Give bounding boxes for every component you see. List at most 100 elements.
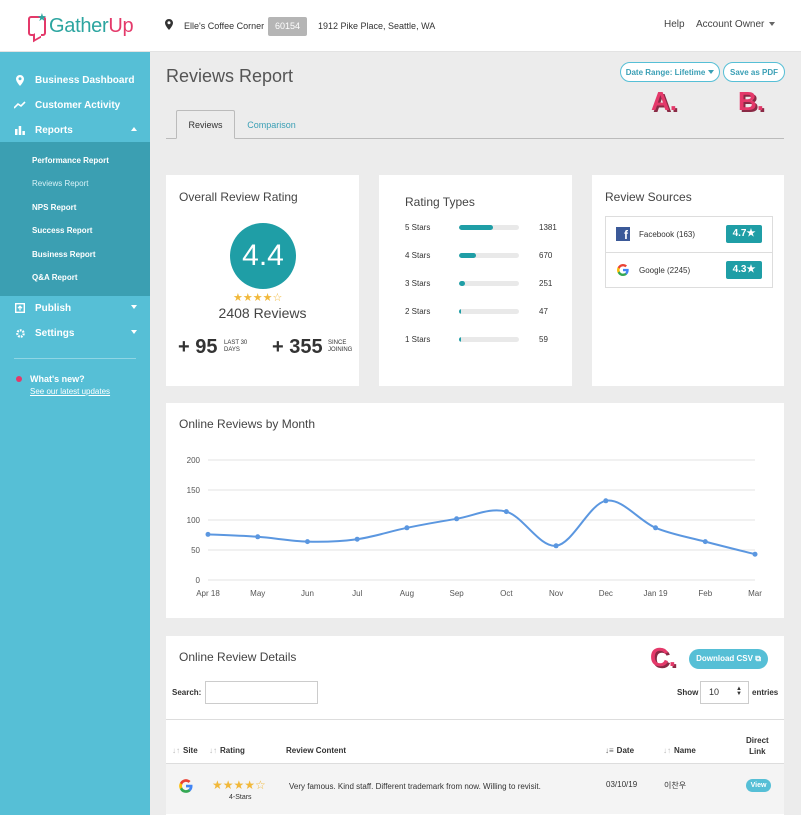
chevron-up-icon bbox=[131, 127, 137, 131]
y-tick-label: 150 bbox=[187, 486, 201, 495]
rating-type-bar bbox=[459, 225, 519, 230]
trend-line-icon bbox=[14, 99, 26, 111]
data-point bbox=[404, 525, 410, 531]
card-title: Online Review Details bbox=[179, 650, 297, 664]
card-title: Rating Types bbox=[405, 195, 475, 209]
x-tick-label: Jan 19 bbox=[644, 589, 669, 598]
card-title: Review Sources bbox=[605, 190, 692, 204]
x-tick-label: Oct bbox=[500, 589, 513, 598]
sidebar-item-nps-report[interactable]: NPS Report bbox=[32, 203, 76, 212]
x-tick-label: Dec bbox=[599, 589, 613, 598]
sidebar-item-publish[interactable]: Publish bbox=[0, 297, 150, 319]
column-direct-link[interactable]: Direct Link bbox=[746, 735, 769, 757]
source-name: Google (2245) bbox=[639, 266, 691, 275]
review-sources-list: f Facebook (163) 4.7★ Google (2245) 4.3★ bbox=[605, 216, 773, 288]
reviews-line-chart: 200 150 100 50 0 Apr 18 May Jun Jul Aug Sep Oct Nov D… bbox=[187, 456, 763, 598]
sort-icon: ↓↑ bbox=[209, 746, 217, 755]
sidebar-item-business-report[interactable]: Business Report bbox=[32, 250, 96, 259]
column-site[interactable]: ↓↑ Site bbox=[172, 746, 198, 755]
column-review-content[interactable]: Review Content bbox=[286, 746, 346, 755]
data-point bbox=[653, 525, 659, 531]
rating-type-bar bbox=[459, 281, 519, 286]
view-review-button[interactable]: View bbox=[746, 779, 771, 792]
rating-type-label: 4 Stars bbox=[405, 251, 431, 260]
tab-reviews[interactable]: Reviews bbox=[176, 110, 235, 139]
column-name[interactable]: ↓↑ Name bbox=[663, 746, 696, 755]
entries-select[interactable]: 10 ▲ ▼ bbox=[700, 681, 749, 704]
google-icon bbox=[179, 779, 193, 793]
account-menu[interactable]: Account Owner bbox=[696, 19, 776, 30]
sidebar-item-settings[interactable]: Settings bbox=[0, 322, 150, 344]
x-tick-label: Aug bbox=[400, 589, 414, 598]
last-30-days-count: + 95 bbox=[178, 336, 218, 358]
report-tabs: Reviews Comparison bbox=[166, 110, 784, 139]
source-rating-badge: 4.7★ bbox=[726, 225, 762, 243]
tab-comparison[interactable]: Comparison bbox=[244, 110, 299, 139]
rating-type-bar bbox=[459, 337, 519, 342]
rating-type-bar-fill bbox=[459, 309, 461, 314]
help-link[interactable]: Help bbox=[664, 19, 685, 30]
logo-chat-icon: ★ bbox=[28, 12, 47, 36]
chevron-down-icon bbox=[131, 305, 137, 309]
rating-stars: ★★★★☆ bbox=[233, 292, 283, 304]
save-pdf-button[interactable]: Save as PDF bbox=[723, 62, 785, 82]
sidebar-item-label: Publish bbox=[35, 302, 72, 314]
sort-icon: ↓↑ bbox=[172, 746, 180, 755]
sidebar-item-reviews-report[interactable]: Reviews Report bbox=[32, 179, 88, 188]
data-point bbox=[304, 539, 310, 545]
sidebar-item-performance-report[interactable]: Performance Report bbox=[32, 156, 109, 165]
rating-types-card: Rating Types 5 Stars 1381 4 Stars 670 3 Star… bbox=[379, 175, 572, 386]
select-arrows-icon: ▲ ▼ bbox=[736, 686, 742, 697]
data-point bbox=[503, 509, 509, 515]
rating-type-bar-fill bbox=[459, 337, 461, 342]
account-menu-label: Account Owner bbox=[696, 19, 765, 30]
top-bar: ★ GatherUp Elle's Coffee Corner 60154 19… bbox=[0, 0, 801, 52]
series-line bbox=[207, 499, 756, 556]
download-csv-button[interactable]: Download CSV ⧉ bbox=[689, 649, 768, 669]
date-range-button[interactable]: Date Range: Lifetime bbox=[620, 62, 720, 82]
source-row-facebook[interactable]: f Facebook (163) 4.7★ bbox=[606, 217, 772, 253]
search-input[interactable] bbox=[205, 681, 318, 704]
row-review-content: Very famous. Kind staff. Different trade… bbox=[289, 782, 541, 791]
sort-icon: ↓↑ bbox=[663, 746, 671, 755]
sidebar-item-success-report[interactable]: Success Report bbox=[32, 226, 92, 235]
entries-select-value: 10 bbox=[709, 687, 720, 697]
sidebar-item-customer-activity[interactable]: Customer Activity bbox=[0, 94, 150, 116]
rating-type-bar bbox=[459, 309, 519, 314]
column-rating[interactable]: ↓↑ Rating bbox=[209, 746, 245, 755]
rating-type-bar-fill bbox=[459, 225, 494, 230]
source-row-google[interactable]: Google (2245) 4.3★ bbox=[606, 252, 772, 288]
since-joining-count: + 355 bbox=[272, 336, 323, 358]
sidebar-item-reports[interactable]: Reports bbox=[0, 119, 150, 141]
rating-type-bar bbox=[459, 253, 519, 258]
gatherup-logo[interactable]: ★ GatherUp bbox=[28, 12, 134, 40]
sidebar-item-label: Customer Activity bbox=[35, 99, 121, 111]
row-date: 03/10/19 bbox=[606, 780, 638, 789]
latest-updates-link[interactable]: See our latest updates bbox=[30, 387, 110, 396]
location-pin-icon bbox=[165, 19, 173, 30]
search-label: Search: bbox=[172, 688, 202, 697]
chevron-down-icon bbox=[131, 330, 137, 334]
whats-new-label: What's new? bbox=[30, 374, 85, 384]
facebook-icon: f bbox=[616, 227, 630, 242]
sidebar-item-business-dashboard[interactable]: Business Dashboard bbox=[0, 69, 150, 91]
x-tick-label: Nov bbox=[549, 589, 563, 598]
show-label: Show bbox=[677, 688, 699, 697]
last-30-days-label: LAST 30 DAYS bbox=[224, 340, 248, 353]
location-pin-icon bbox=[14, 74, 26, 86]
sidebar-item-label: Business Dashboard bbox=[35, 74, 135, 86]
rating-type-count: 251 bbox=[539, 279, 553, 288]
source-rating-badge: 4.3★ bbox=[726, 261, 762, 279]
gear-icon bbox=[14, 327, 26, 339]
card-title: Overall Review Rating bbox=[179, 190, 298, 204]
bar-chart-icon bbox=[14, 124, 26, 136]
y-tick-label: 100 bbox=[187, 516, 201, 525]
x-tick-label: Jun bbox=[301, 589, 314, 598]
x-tick-label: Jul bbox=[352, 589, 362, 598]
reports-submenu: Performance Report Reviews Report NPS Re… bbox=[0, 142, 150, 296]
annotation-c: C. bbox=[650, 642, 676, 672]
date-range-label: Date Range: Lifetime bbox=[625, 67, 706, 77]
sidebar-item-qa-report[interactable]: Q&A Report bbox=[32, 273, 77, 282]
data-point bbox=[354, 536, 360, 542]
column-date[interactable]: ↓≡ Date bbox=[605, 746, 634, 755]
